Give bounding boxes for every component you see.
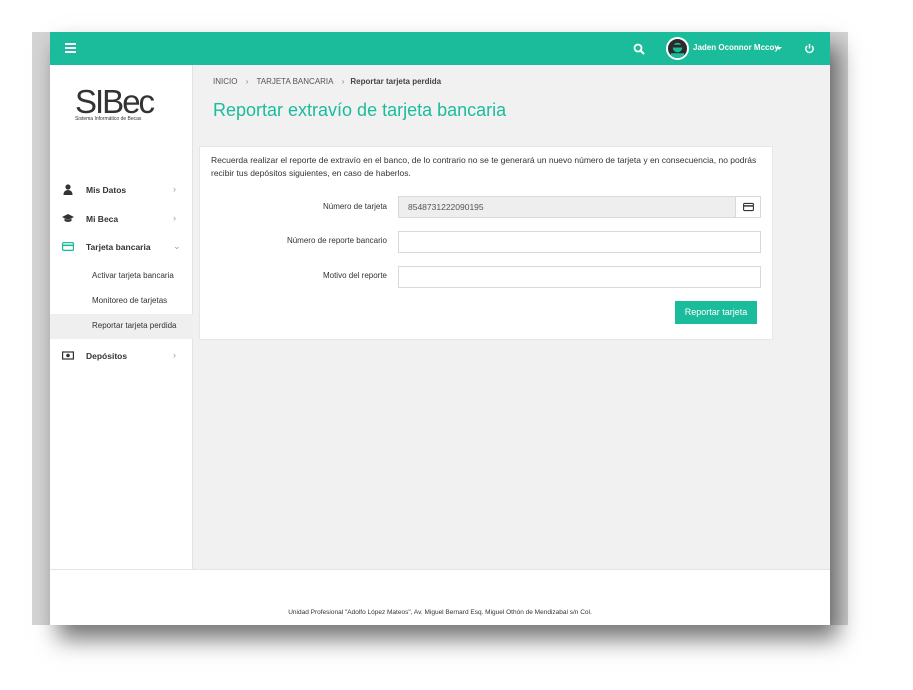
footer: Unidad Profesional "Adolfo López Mateos"… <box>50 569 830 625</box>
sidebar-item-mi-beca[interactable]: Mi Beca › <box>50 205 193 233</box>
user-name[interactable]: Jaden Oconnor Mccoy <box>693 43 779 52</box>
report-card-button[interactable]: Reportar tarjeta <box>675 301 757 324</box>
search-icon[interactable] <box>633 43 645 55</box>
sidebar-item-tarjeta-bancaria[interactable]: Tarjeta bancaria ⌄ <box>50 233 193 261</box>
sidebar-item-label: Depósitos <box>86 351 128 361</box>
caret-down-icon[interactable] <box>776 47 782 50</box>
chevron-right-icon: › <box>173 350 176 360</box>
report-number-label: Número de reporte bancario <box>286 236 387 245</box>
chevron-right-icon: › <box>173 213 176 223</box>
sidebar: SIBec Sistema Informático de Becas Mis D… <box>50 65 193 569</box>
logo-subtitle: Sistema Informático de Becas <box>75 116 142 122</box>
sidebar-subitem-label: Activar tarjeta bancaria <box>92 271 174 280</box>
sidebar-item-depositos[interactable]: Depósitos › <box>50 342 193 370</box>
user-icon <box>63 184 73 195</box>
sidebar-item-label: Mis Datos <box>86 185 127 195</box>
chevron-right-icon: › <box>173 184 176 194</box>
sidebar-subitem-reportar[interactable]: Reportar tarjeta perdida <box>50 314 193 339</box>
notice-text: Recuerda realizar el reporte de extravío… <box>211 155 757 178</box>
sidebar-subitem-activar[interactable]: Activar tarjeta bancaria <box>50 264 193 289</box>
sidebar-item-mis-datos[interactable]: Mis Datos › <box>50 176 193 204</box>
logo: SIBec Sistema Informático de Becas <box>75 83 170 125</box>
app-window: Jaden Oconnor Mccoy SIBec Sistema Inform… <box>50 32 830 625</box>
breadcrumb-item-tarjeta[interactable]: TARJETA BANCARIA <box>256 77 333 86</box>
sidebar-subitem-label: Monitoreo de tarjetas <box>92 296 168 305</box>
card-addon <box>735 196 761 218</box>
report-number-field[interactable] <box>398 231 761 253</box>
breadcrumb-item-inicio[interactable]: INICIO <box>213 77 237 86</box>
breadcrumb: INICIO › TARJETA BANCARIA › Reportar tarj… <box>213 77 447 86</box>
sidebar-item-label: Tarjeta bancaria <box>86 242 151 252</box>
graduation-cap-icon <box>62 214 74 222</box>
breadcrumb-separator: › <box>341 77 345 86</box>
page-title: Reportar extravío de tarjeta bancaria <box>213 100 507 120</box>
power-icon[interactable] <box>804 43 815 54</box>
money-icon <box>62 351 74 360</box>
sidebar-subitem-label: Reportar tarjeta perdida <box>92 321 177 330</box>
breadcrumb-item-current: Reportar tarjeta perdida <box>350 77 442 86</box>
top-navbar: Jaden Oconnor Mccoy <box>50 32 830 65</box>
credit-card-icon <box>743 202 754 212</box>
report-form-card: Recuerda realizar el reporte de extravío… <box>199 146 773 340</box>
avatar[interactable] <box>666 37 689 60</box>
sidebar-subitem-monitoreo[interactable]: Monitoreo de tarjetas <box>50 289 193 314</box>
sidebar-item-label: Mi Beca <box>86 214 119 224</box>
card-number-field <box>398 196 736 218</box>
chevron-down-icon: ⌄ <box>173 241 181 251</box>
footer-text: Unidad Profesional "Adolfo López Mateos"… <box>288 609 592 616</box>
card-number-label: Número de tarjeta <box>322 202 387 211</box>
reason-label: Motivo del reporte <box>322 271 387 280</box>
menu-icon[interactable] <box>65 43 76 53</box>
breadcrumb-separator: › <box>245 77 249 86</box>
reason-field[interactable] <box>398 266 761 288</box>
credit-card-icon <box>62 242 74 251</box>
